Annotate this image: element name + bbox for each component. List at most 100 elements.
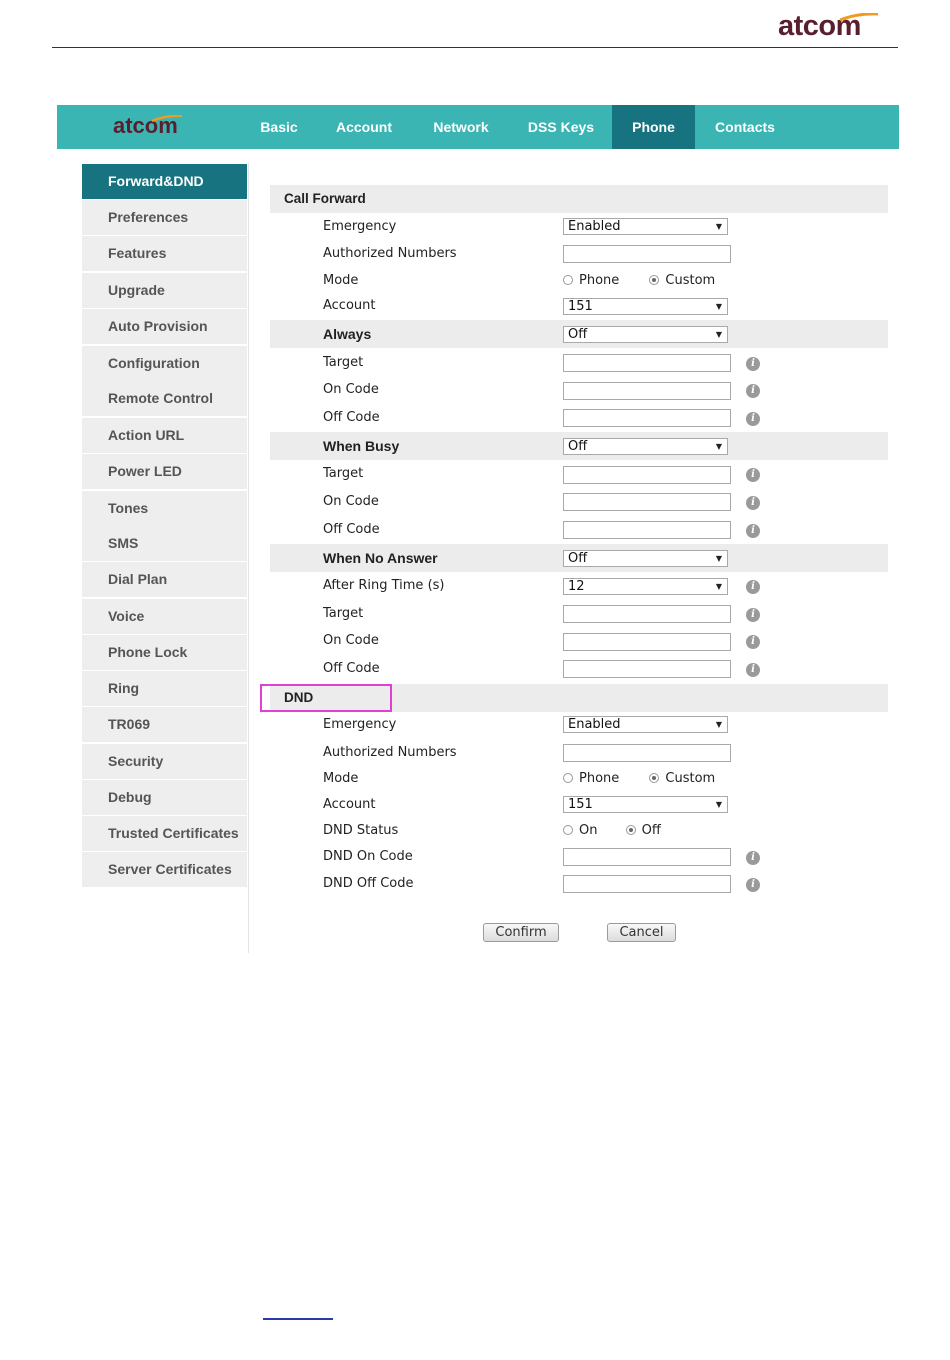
info-icon[interactable]: i <box>746 524 760 538</box>
nav-tab-basic[interactable]: Basic <box>247 105 311 149</box>
dnd-emergency-label: Emergency <box>323 717 397 732</box>
cf-always-select[interactable]: Off ▼ <box>563 326 728 343</box>
cf-no-answer-target-input[interactable] <box>563 605 731 623</box>
sidebar-item-preferences[interactable]: Preferences <box>82 200 247 235</box>
dnd-mode-custom-radio[interactable] <box>649 772 660 783</box>
cf-mode-label: Mode <box>323 273 359 288</box>
header-divider <box>52 47 898 48</box>
sidebar-item-forward-dnd[interactable]: Forward&DND <box>82 164 247 199</box>
sidebar-item-phone-lock[interactable]: Phone Lock <box>82 635 247 670</box>
nav-tab-phone[interactable]: Phone <box>612 105 695 149</box>
sidebar-item-voice[interactable]: Voice <box>82 599 247 634</box>
cf-always-on-code-input[interactable] <box>563 382 731 400</box>
dropdown-arrow-icon: ▼ <box>715 800 722 809</box>
dnd-emergency-select[interactable]: Enabled ▼ <box>563 716 728 733</box>
cf-mode-phone-radio[interactable] <box>563 274 573 285</box>
sidebar-item-configuration[interactable]: Configuration <box>82 346 247 381</box>
sidebar-item-ring[interactable]: Ring <box>82 671 247 706</box>
dnd-mode-custom-label: Custom <box>665 771 716 786</box>
cf-account-value: 151 <box>568 299 593 314</box>
sidebar-item-dial-plan[interactable]: Dial Plan <box>82 562 247 597</box>
cf-mode-custom-radio[interactable] <box>649 274 660 285</box>
nav-tab-network[interactable]: Network <box>419 105 503 149</box>
info-icon[interactable]: i <box>746 496 760 510</box>
sidebar-item-action-url[interactable]: Action URL <box>82 418 247 453</box>
cf-when-busy-select[interactable]: Off ▼ <box>563 438 728 455</box>
info-icon[interactable]: i <box>746 357 760 371</box>
dnd-account-label: Account <box>323 797 376 812</box>
dnd-account-select[interactable]: 151 ▼ <box>563 796 728 813</box>
cf-no-answer-label: When No Answer <box>323 550 438 566</box>
sidebar-item-tr069[interactable]: TR069 <box>82 707 247 742</box>
cf-no-answer-on-code-label: On Code <box>323 633 379 648</box>
sidebar-item-debug[interactable]: Debug <box>82 780 247 815</box>
info-icon[interactable]: i <box>746 878 760 892</box>
sidebar-item-tones[interactable]: Tones <box>82 491 247 526</box>
dnd-on-code-input[interactable] <box>563 848 731 866</box>
cf-always-off-code-input[interactable] <box>563 409 731 427</box>
cf-always-label: Always <box>323 326 372 342</box>
cf-no-answer-target-label: Target <box>323 606 364 621</box>
sidebar-item-security[interactable]: Security <box>82 744 247 779</box>
cf-busy-target-label: Target <box>323 466 364 481</box>
dropdown-arrow-icon: ▼ <box>715 302 722 311</box>
cf-no-answer-on-code-input[interactable] <box>563 633 731 651</box>
cf-emergency-select[interactable]: Enabled ▼ <box>563 218 728 235</box>
dropdown-arrow-icon: ▼ <box>715 582 722 591</box>
cf-busy-off-code-input[interactable] <box>563 521 731 539</box>
cf-always-target-input[interactable] <box>563 354 731 372</box>
confirm-button[interactable]: Confirm <box>483 923 559 942</box>
sidebar-item-features[interactable]: Features <box>82 236 247 271</box>
cf-mode-phone-label: Phone <box>579 273 620 288</box>
sidebar-item-power-led[interactable]: Power LED <box>82 454 247 489</box>
info-icon[interactable]: i <box>746 468 760 482</box>
sidebar: Forward&DND Preferences Features Upgrade… <box>82 163 249 953</box>
dnd-status-on-radio[interactable] <box>563 824 573 835</box>
sidebar-item-upgrade[interactable]: Upgrade <box>82 273 247 308</box>
info-icon[interactable]: i <box>746 635 760 649</box>
cf-account-select[interactable]: 151 ▼ <box>563 298 728 315</box>
cf-ring-time-select[interactable]: 12 ▼ <box>563 578 728 595</box>
sidebar-item-remote-control[interactable]: Remote Control <box>82 381 247 416</box>
sidebar-item-server-certificates[interactable]: Server Certificates <box>82 852 247 887</box>
cf-authorized-numbers-input[interactable] <box>563 245 731 263</box>
cf-mode-custom-label: Custom <box>665 273 716 288</box>
dnd-authorized-numbers-label: Authorized Numbers <box>323 745 457 760</box>
info-icon[interactable]: i <box>746 412 760 426</box>
dropdown-arrow-icon: ▼ <box>715 222 722 231</box>
cf-always-off-code-label: Off Code <box>323 410 380 425</box>
nav-logo-swoosh-icon <box>151 115 183 122</box>
sidebar-item-sms[interactable]: SMS <box>82 526 247 561</box>
dnd-mode-label: Mode <box>323 771 359 786</box>
info-icon[interactable]: i <box>746 580 760 594</box>
cf-when-busy-value: Off <box>568 439 588 454</box>
cancel-button[interactable]: Cancel <box>607 923 676 942</box>
nav-tab-dss-keys[interactable]: DSS Keys <box>517 105 605 149</box>
dnd-off-code-input[interactable] <box>563 875 731 893</box>
cf-no-answer-select[interactable]: Off ▼ <box>563 550 728 567</box>
dnd-status-off-label: Off <box>641 823 661 838</box>
nav-tab-account[interactable]: Account <box>323 105 405 149</box>
dnd-on-code-label: DND On Code <box>323 849 413 864</box>
info-icon[interactable]: i <box>746 384 760 398</box>
footer-link[interactable] <box>263 1318 333 1320</box>
dnd-status-label: DND Status <box>323 823 399 838</box>
dnd-mode-phone-radio[interactable] <box>563 772 573 783</box>
cf-no-answer-value: Off <box>568 551 588 566</box>
info-icon[interactable]: i <box>746 663 760 677</box>
cf-ring-time-value: 12 <box>568 579 585 594</box>
dnd-authorized-numbers-input[interactable] <box>563 744 731 762</box>
dnd-status-off-radio[interactable] <box>625 824 636 835</box>
dnd-emergency-value: Enabled <box>568 717 621 732</box>
cf-busy-target-input[interactable] <box>563 466 731 484</box>
cf-no-answer-off-code-input[interactable] <box>563 660 731 678</box>
info-icon[interactable]: i <box>746 851 760 865</box>
cf-busy-on-code-input[interactable] <box>563 493 731 511</box>
cf-always-target-label: Target <box>323 355 364 370</box>
sidebar-item-trusted-certificates[interactable]: Trusted Certificates <box>82 816 247 851</box>
dnd-mode-radio-group: Phone Custom <box>563 771 715 786</box>
info-icon[interactable]: i <box>746 608 760 622</box>
sidebar-item-auto-provision[interactable]: Auto Provision <box>82 309 247 344</box>
call-forward-title: Call Forward <box>284 191 366 206</box>
nav-tab-contacts[interactable]: Contacts <box>703 105 787 149</box>
